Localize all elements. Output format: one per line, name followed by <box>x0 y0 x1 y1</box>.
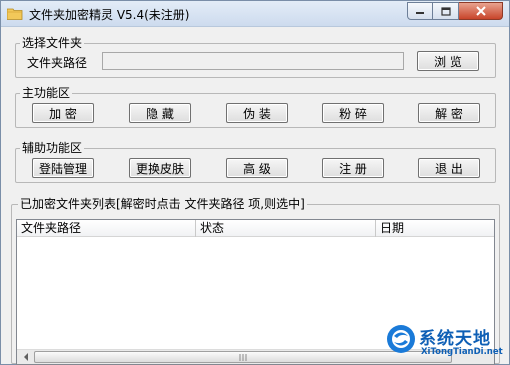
arrow-left-icon <box>23 353 28 361</box>
close-button[interactable] <box>459 2 503 20</box>
advanced-button[interactable]: 高 级 <box>226 158 288 178</box>
minimize-icon <box>416 12 424 14</box>
column-header-date[interactable]: 日期 <box>376 220 494 237</box>
folder-path-input[interactable] <box>102 52 404 70</box>
folder-icon <box>7 8 23 20</box>
hide-button[interactable]: 隐 藏 <box>129 103 191 123</box>
grip-icon <box>239 353 246 361</box>
aux-function-group-label: 辅助功能区 <box>20 139 85 156</box>
browse-button[interactable]: 浏 览 <box>417 51 479 71</box>
app-window: 文件夹加密精灵 V5.4(未注册) 选择文件夹 文件夹路径 浏 览 主功能区 加… <box>0 0 510 365</box>
encrypted-list-group-label: 已加密文件夹列表[解密时点击 文件夹路径 项,则选中] <box>18 195 307 212</box>
change-skin-button[interactable]: 更换皮肤 <box>129 158 191 178</box>
window-title: 文件夹加密精灵 V5.4(未注册) <box>29 8 190 22</box>
decrypt-button[interactable]: 解 密 <box>418 103 480 123</box>
list-header: 文件夹路径 状态 日期 <box>17 220 494 237</box>
shred-button[interactable]: 粉 碎 <box>322 103 384 123</box>
title-bar[interactable]: 文件夹加密精灵 V5.4(未注册) <box>1 1 509 27</box>
register-button[interactable]: 注 册 <box>322 158 384 178</box>
exit-button[interactable]: 退 出 <box>418 158 480 178</box>
login-management-button[interactable]: 登陆管理 <box>32 158 94 178</box>
maximize-button[interactable] <box>433 2 459 20</box>
column-header-folder-path[interactable]: 文件夹路径 <box>17 220 196 237</box>
minimize-button[interactable] <box>407 2 433 20</box>
watermark: 系统天地 XiTongTianDi.net <box>385 323 507 363</box>
folder-path-label: 文件夹路径 <box>27 56 88 70</box>
column-header-status[interactable]: 状态 <box>196 220 376 237</box>
watermark-url: XiTongTianDi.net <box>421 347 503 357</box>
maximize-icon <box>440 6 451 16</box>
watermark-title: 系统天地 <box>419 329 491 349</box>
disguise-button[interactable]: 伪 装 <box>226 103 288 123</box>
scroll-left-button[interactable] <box>18 350 33 364</box>
close-icon <box>475 6 486 16</box>
main-function-group-label: 主功能区 <box>20 84 73 101</box>
select-folder-group-label: 选择文件夹 <box>20 34 85 51</box>
watermark-logo <box>387 325 415 353</box>
encrypt-button[interactable]: 加 密 <box>32 103 94 123</box>
